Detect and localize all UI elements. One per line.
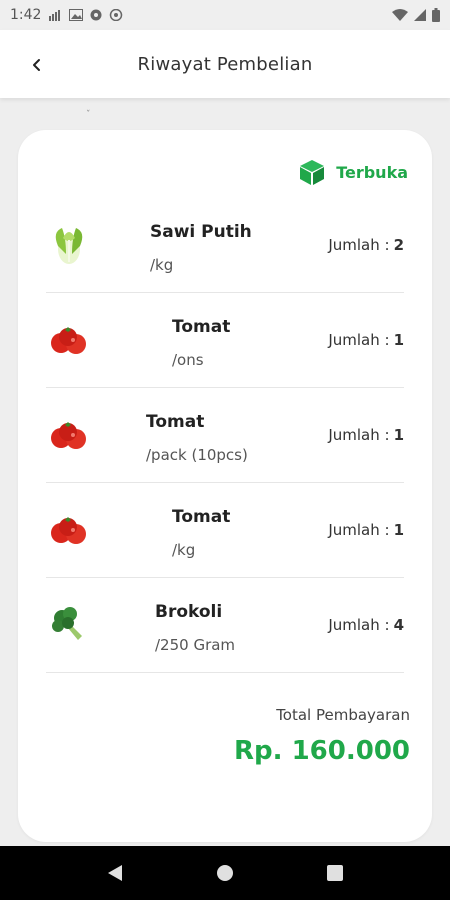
- nav-home-button[interactable]: [210, 858, 240, 888]
- quantity-value: 2: [393, 236, 404, 254]
- quantity-label: Jumlah :: [328, 331, 390, 349]
- quantity-label: Jumlah :: [328, 521, 390, 539]
- tomato-image: [51, 327, 86, 354]
- item-name: Tomat: [172, 507, 231, 527]
- order-status: Terbuka: [298, 158, 408, 186]
- item-name: Tomat: [146, 412, 205, 432]
- quantity-value: 1: [393, 331, 404, 349]
- list-item: Sawi Putih /kg Jumlah : 2: [46, 198, 404, 293]
- item-quantity: Jumlah : 1: [328, 331, 404, 349]
- image-icon: [69, 9, 84, 21]
- item-quantity: Jumlah : 2: [328, 236, 404, 254]
- nav-back-button[interactable]: [100, 858, 130, 888]
- battery-icon: [432, 8, 440, 22]
- item-quantity: Jumlah : 1: [328, 521, 404, 539]
- item-unit: /ons: [172, 351, 204, 369]
- quantity-value: 1: [393, 426, 404, 444]
- tomato-image: [51, 517, 86, 544]
- signal-bars-icon: [49, 10, 61, 21]
- list-item: Brokoli /250 Gram Jumlah : 4: [46, 578, 404, 673]
- home-circle-icon: [217, 865, 233, 881]
- list-item: Tomat /ons Jumlah : 1: [46, 293, 404, 388]
- order-card: Terbuka Sawi Putih /kg Jumlah : 2 Tomat …: [18, 130, 432, 842]
- quantity-label: Jumlah :: [328, 616, 390, 634]
- item-name: Sawi Putih: [150, 222, 252, 242]
- quantity-label: Jumlah :: [328, 426, 390, 444]
- item-quantity: Jumlah : 4: [328, 616, 404, 634]
- quantity-label: Jumlah :: [328, 236, 390, 254]
- item-unit: /kg: [172, 541, 196, 559]
- list-item: Tomat /kg Jumlah : 1: [46, 483, 404, 578]
- system-nav-bar: [0, 846, 450, 900]
- item-unit: /250 Gram: [155, 636, 236, 654]
- soccer-icon: [90, 9, 102, 21]
- back-triangle-icon: [108, 865, 122, 881]
- cell-signal-icon: [414, 9, 426, 21]
- nav-recents-button[interactable]: [320, 858, 350, 888]
- item-name: Brokoli: [155, 602, 223, 622]
- list-item: Tomat /pack (10pcs) Jumlah : 1: [46, 388, 404, 483]
- status-label: Terbuka: [336, 162, 408, 182]
- quantity-value: 1: [393, 521, 404, 539]
- back-button[interactable]: [22, 50, 52, 80]
- item-unit: /kg: [150, 256, 174, 274]
- wifi-icon: [392, 9, 408, 21]
- box-icon: [300, 160, 325, 185]
- target-icon: [110, 9, 123, 21]
- cabbage-image: [55, 228, 83, 264]
- quantity-value: 4: [393, 616, 404, 634]
- back-arrow-icon: [33, 59, 40, 71]
- status-time: 1:42: [10, 7, 42, 23]
- total-amount: Rp. 160.000: [234, 736, 410, 766]
- item-name: Tomat: [172, 317, 231, 337]
- page-title: Riwayat Pembelian: [137, 53, 313, 75]
- stray-mark: ˇ: [86, 110, 91, 120]
- item-quantity: Jumlah : 1: [328, 426, 404, 444]
- status-bar: 1:42: [0, 0, 450, 30]
- item-list: Sawi Putih /kg Jumlah : 2 Tomat /ons Jum…: [46, 198, 404, 673]
- tomato-image: [51, 422, 86, 449]
- broccoli-image: [52, 607, 82, 640]
- app-bar: Riwayat Pembelian: [0, 30, 450, 98]
- recents-square-icon: [327, 865, 343, 881]
- item-unit: /pack (10pcs): [146, 446, 248, 464]
- total-label: Total Pembayaran: [276, 706, 410, 724]
